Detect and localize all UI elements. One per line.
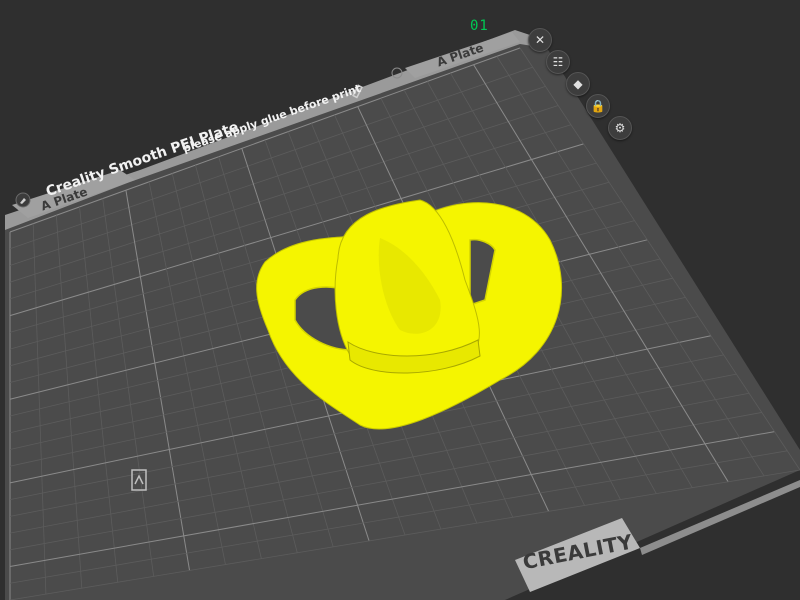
arrange-plate-button[interactable]: ☷ bbox=[546, 50, 570, 74]
3d-viewport[interactable]: 01 A Plate A Plate please apply glue bef… bbox=[0, 0, 800, 600]
gear-icon: ⚙ bbox=[614, 121, 626, 135]
orient-icon: ◆ bbox=[573, 77, 583, 91]
plate-index-label: 01 bbox=[470, 18, 489, 34]
close-plate-button[interactable]: ✕ bbox=[528, 28, 552, 52]
lock-icon: 🔒 bbox=[590, 99, 606, 113]
plate-settings-button[interactable]: ⚙ bbox=[608, 116, 632, 140]
build-plate-canvas[interactable] bbox=[0, 0, 800, 600]
arrange-icon: ☷ bbox=[552, 55, 564, 69]
edit-bed-icon[interactable] bbox=[15, 192, 31, 208]
orient-plate-button[interactable]: ◆ bbox=[566, 72, 590, 96]
close-icon: ✕ bbox=[534, 33, 546, 47]
lock-plate-button[interactable]: 🔒 bbox=[586, 94, 610, 118]
